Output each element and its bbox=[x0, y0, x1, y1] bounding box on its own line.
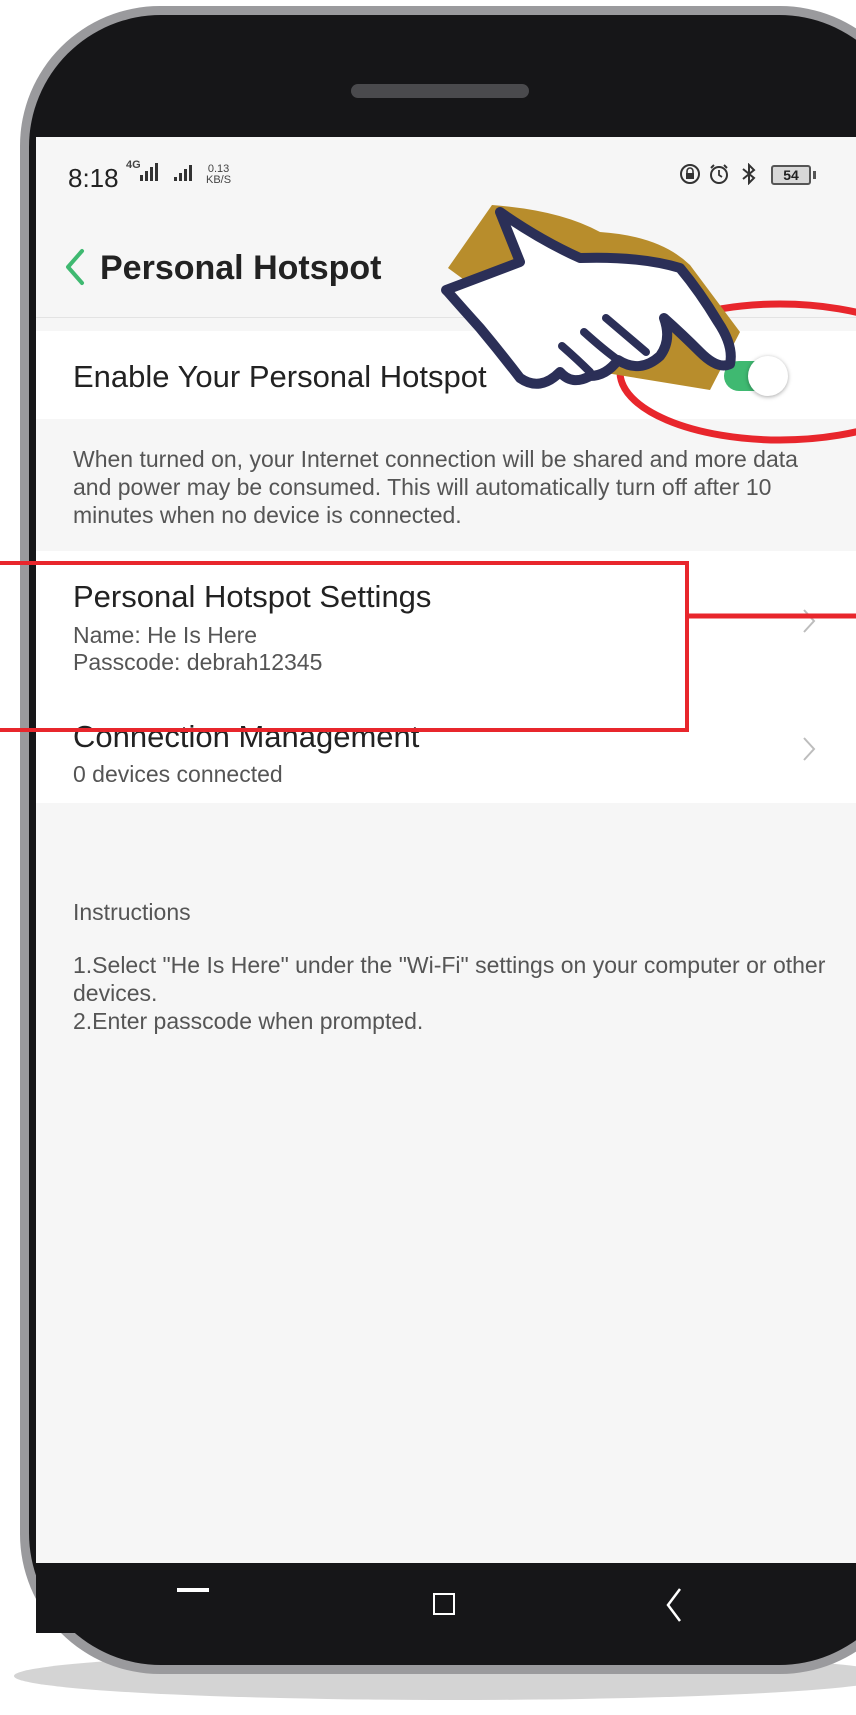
navigation-bar bbox=[36, 1563, 856, 1633]
battery-tip bbox=[813, 171, 816, 179]
chevron-right-icon bbox=[803, 609, 816, 633]
toggle-knob bbox=[748, 356, 788, 396]
back-icon[interactable] bbox=[664, 1587, 684, 1623]
status-time: 8:18 bbox=[68, 163, 119, 193]
hotspot-description: When turned on, your Internet connection… bbox=[73, 446, 798, 528]
settings-row-title: Personal Hotspot Settings bbox=[73, 579, 432, 614]
bluetooth-icon bbox=[742, 163, 756, 185]
hotspot-toggle[interactable] bbox=[724, 356, 788, 396]
connection-row-title: Connection Management bbox=[73, 719, 420, 754]
recent-apps-icon[interactable] bbox=[177, 1588, 209, 1592]
speed-unit: KB/S bbox=[206, 174, 232, 186]
connection-management-row[interactable]: Connection Management 0 devices connecte… bbox=[36, 689, 856, 803]
network-speed: 0.13 KB/S bbox=[206, 164, 231, 186]
home-icon[interactable] bbox=[433, 1593, 455, 1615]
alarm-icon bbox=[710, 164, 728, 184]
hotspot-settings-row[interactable]: Personal Hotspot Settings Name: He Is He… bbox=[36, 551, 856, 689]
enable-hotspot-row[interactable]: Enable Your Personal Hotspot bbox=[36, 331, 856, 419]
chevron-left-icon[interactable] bbox=[60, 247, 90, 287]
signal-icon bbox=[140, 163, 158, 181]
chevron-right-icon bbox=[803, 737, 816, 761]
instruction-step-2: 2.Enter passcode when prompted. bbox=[73, 1008, 424, 1034]
lock-rotation-icon bbox=[680, 164, 700, 184]
page-title: Personal Hotspot bbox=[100, 249, 382, 287]
earpiece-speaker bbox=[351, 84, 529, 98]
status-bar: 8:18 4G 0.13 KB/S 54 bbox=[36, 137, 856, 217]
phone-screen: 8:18 4G 0.13 KB/S 54 Personal Hotspot En… bbox=[36, 137, 856, 1563]
signal-icon bbox=[174, 163, 192, 181]
battery-icon: 54 bbox=[771, 165, 811, 185]
devices-connected: 0 devices connected bbox=[73, 761, 283, 787]
hotspot-passcode: Passcode: debrah12345 bbox=[73, 649, 323, 675]
enable-hotspot-label: Enable Your Personal Hotspot bbox=[73, 359, 487, 394]
stage: 8:18 4G 0.13 KB/S 54 Personal Hotspot En… bbox=[0, 0, 856, 1715]
network-type: 4G bbox=[126, 159, 141, 171]
instructions-heading: Instructions bbox=[73, 899, 191, 925]
instruction-step-1: 1.Select "He Is Here" under the "Wi-Fi" … bbox=[73, 952, 826, 1006]
hotspot-name: Name: He Is Here bbox=[73, 622, 258, 648]
app-header: Personal Hotspot bbox=[36, 217, 856, 318]
